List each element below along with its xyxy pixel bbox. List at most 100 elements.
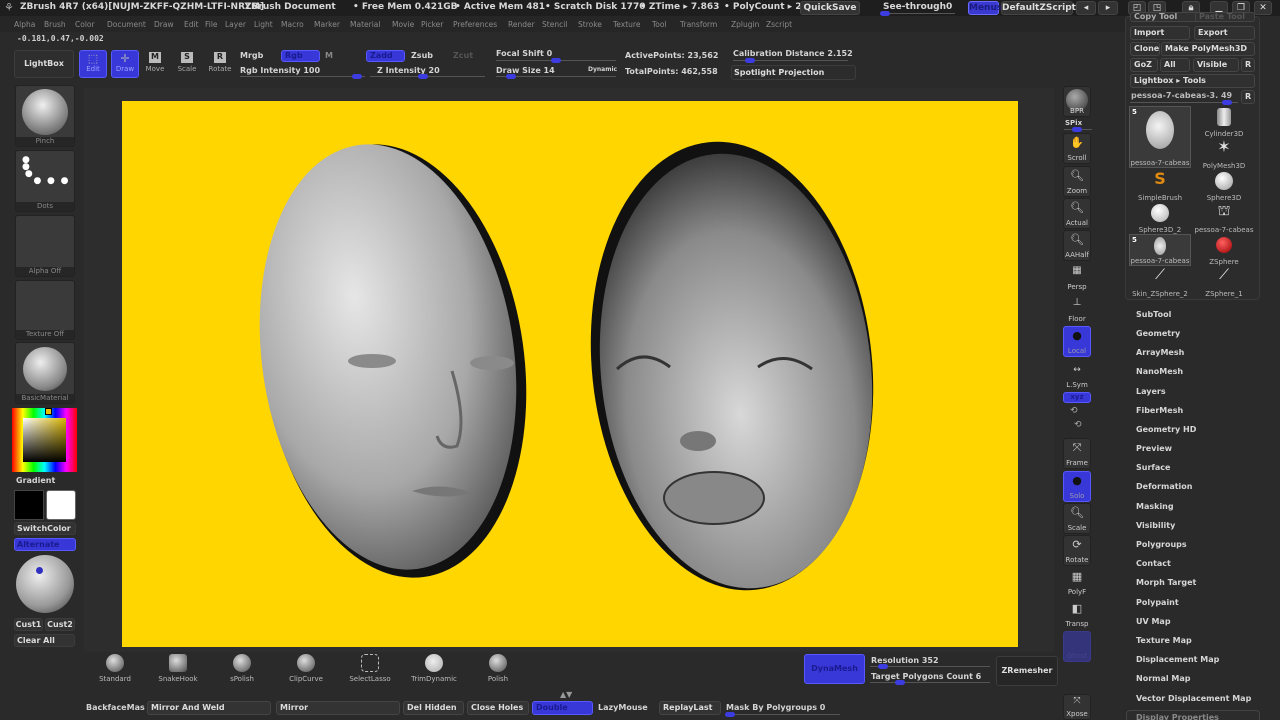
tool-thumb-cylinder3d[interactable]: Cylinder3D (1193, 106, 1255, 138)
actual-button[interactable]: 🔍︎ Actual (1063, 198, 1091, 229)
dynamic-toggle[interactable]: Dynamic (588, 66, 617, 73)
zcut-button[interactable]: Zcut (453, 51, 473, 60)
tool-thumb-sphere3d[interactable]: Sphere3D (1193, 170, 1255, 202)
subpalette-uv-map[interactable]: UV Map (1136, 617, 1171, 626)
spotlight-projection-button[interactable]: Spotlight Projection (731, 65, 856, 80)
subpalette-arraymesh[interactable]: ArrayMesh (1136, 348, 1184, 357)
tool-thumb-simplebrush[interactable]: S SimpleBrush (1129, 170, 1191, 203)
zoom-button[interactable]: 🔍︎ Zoom (1063, 166, 1091, 197)
rgb-intensity-slider[interactable] (240, 74, 365, 79)
switch-color-button[interactable]: SwitchColor (14, 522, 76, 535)
m-button[interactable]: M (325, 51, 333, 60)
tool-r-button[interactable]: R (1241, 90, 1255, 104)
stroke-selector[interactable]: ● ● ● ● ● ● Dots (15, 150, 75, 212)
aahalf-button[interactable]: 🔍︎ AAHalf (1063, 230, 1091, 261)
subpalette-layers[interactable]: Layers (1136, 387, 1166, 396)
scroll-button[interactable]: ✋ Scroll (1063, 133, 1091, 164)
bottom-shelf-toggle-icon[interactable]: ▲▼ (560, 690, 572, 699)
zremesher-button[interactable]: ZRemesher (996, 656, 1058, 686)
cust1-button[interactable]: Cust1 (14, 618, 43, 631)
z-rotation-icon[interactable]: ⟲ (1074, 420, 1082, 430)
tool-thumb-sphere3d-2[interactable]: Sphere3D_2 (1129, 202, 1191, 234)
target-polygons-slider[interactable] (870, 680, 990, 685)
ghost-button[interactable]: Ghost (1063, 631, 1091, 662)
clear-all-button[interactable]: Clear All (14, 634, 75, 647)
color-picker[interactable] (12, 408, 77, 472)
alpha-selector[interactable]: Alpha Off (15, 215, 75, 277)
subpalette-geometry-hd[interactable]: Geometry HD (1136, 425, 1196, 434)
tool-thumb-zsphere-1[interactable]: ⟋ ZSphere_1 (1193, 266, 1255, 298)
dynamesh-button[interactable]: DynaMesh (804, 654, 865, 684)
frame-button[interactable]: ⤧ Frame (1063, 438, 1091, 469)
light-position-marker[interactable] (36, 567, 43, 574)
menu-material[interactable]: Material (350, 20, 380, 29)
make-polymesh3d-button[interactable]: Make PolyMesh3D (1161, 42, 1255, 56)
menu-picker[interactable]: Picker (421, 20, 443, 29)
zsub-button[interactable]: Zsub (411, 51, 433, 60)
rgb-button[interactable]: Rgb (281, 50, 320, 62)
local-button[interactable]: ● Local (1063, 326, 1091, 357)
scroll-left-icon[interactable]: ◂ (1076, 1, 1096, 15)
menu-brush[interactable]: Brush (44, 20, 66, 29)
subpalette-polypaint[interactable]: Polypaint (1136, 598, 1179, 607)
main-color-swatch[interactable] (14, 490, 44, 520)
lsym-button[interactable]: ↔ L.Sym (1063, 360, 1091, 391)
close-icon[interactable]: ✕ (1254, 1, 1272, 15)
close-holes-button[interactable]: Close Holes (467, 701, 529, 715)
menu-edit[interactable]: Edit (184, 20, 199, 29)
edit-button[interactable]: ⬚ Edit (79, 50, 107, 78)
move-button[interactable]: M Move (143, 52, 167, 73)
subpalette-displacement-map[interactable]: Displacement Map (1136, 655, 1219, 664)
goz-r-button[interactable]: R (1241, 58, 1255, 72)
menu-render[interactable]: Render (508, 20, 535, 29)
export-button[interactable]: Export (1194, 26, 1255, 40)
subpalette-contact[interactable]: Contact (1136, 559, 1171, 568)
subpalette-deformation[interactable]: Deformation (1136, 482, 1192, 491)
color-picker-square[interactable] (23, 418, 66, 462)
brush-spolish[interactable]: sPolish (212, 654, 272, 686)
menu-stencil[interactable]: Stencil (542, 20, 567, 29)
menu-marker[interactable]: Marker (314, 20, 340, 29)
brush-polish[interactable]: Polish (468, 654, 528, 686)
subpalette-morph-target[interactable]: Morph Target (1136, 578, 1196, 587)
menu-transform[interactable]: Transform (680, 20, 717, 29)
menus-button[interactable]: Menus (968, 1, 1002, 15)
tool-thumb-pessoa-head[interactable]: ⛫ pessoa-7-cabeas (1193, 202, 1255, 234)
mirror-button[interactable]: Mirror (276, 701, 400, 715)
y-rotation-icon[interactable]: ⟲ (1070, 406, 1078, 416)
menu-layer[interactable]: Layer (225, 20, 246, 29)
texture-selector[interactable]: Texture Off (15, 280, 75, 340)
scroll-right-icon[interactable]: ▸ (1098, 1, 1118, 15)
default-zscript-button[interactable]: DefaultZScript (1001, 1, 1076, 15)
menu-zplugin[interactable]: Zplugin (731, 20, 759, 29)
menu-light[interactable]: Light (254, 20, 273, 29)
subpalette-subtool[interactable]: SubTool (1136, 310, 1171, 319)
menu-texture[interactable]: Texture (613, 20, 640, 29)
menu-preferences[interactable]: Preferences (453, 20, 497, 29)
draw-size-slider[interactable] (496, 74, 616, 79)
calibration-distance-slider[interactable] (733, 58, 848, 63)
document-canvas[interactable] (122, 101, 1018, 647)
resolution-slider[interactable] (870, 664, 990, 669)
tool-thumb-skin-zsphere-2[interactable]: ⟋ Skin_ZSphere_2 (1129, 266, 1191, 298)
tool-slider[interactable] (1130, 100, 1238, 105)
subpalette-polygroups[interactable]: Polygroups (1136, 540, 1187, 549)
floor-button[interactable]: ⊥ Floor (1063, 294, 1091, 325)
hue-marker[interactable] (45, 408, 52, 415)
z-intensity-slider[interactable] (370, 74, 485, 79)
rotate-button[interactable]: R Rotate (207, 52, 233, 73)
menu-tool[interactable]: Tool (652, 20, 667, 29)
cust2-button[interactable]: Cust2 (45, 618, 75, 631)
lightbox-tools-button[interactable]: Lightbox ▸ Tools (1130, 74, 1255, 88)
menu-stroke[interactable]: Stroke (578, 20, 602, 29)
subpalette-surface[interactable]: Surface (1136, 463, 1170, 472)
solo-button[interactable]: ● Solo (1063, 471, 1091, 502)
subpalette-nanomesh[interactable]: NanoMesh (1136, 367, 1183, 376)
lazymouse-button[interactable]: LazyMouse (598, 703, 648, 712)
menu-file[interactable]: File (205, 20, 218, 29)
clone-button[interactable]: Clone (1130, 42, 1160, 56)
backface-mask-button[interactable]: BackfaceMas (86, 703, 145, 712)
subpalette-geometry[interactable]: Geometry (1136, 329, 1180, 338)
subpalette-fibermesh[interactable]: FiberMesh (1136, 406, 1183, 415)
del-hidden-button[interactable]: Del Hidden (403, 701, 464, 715)
